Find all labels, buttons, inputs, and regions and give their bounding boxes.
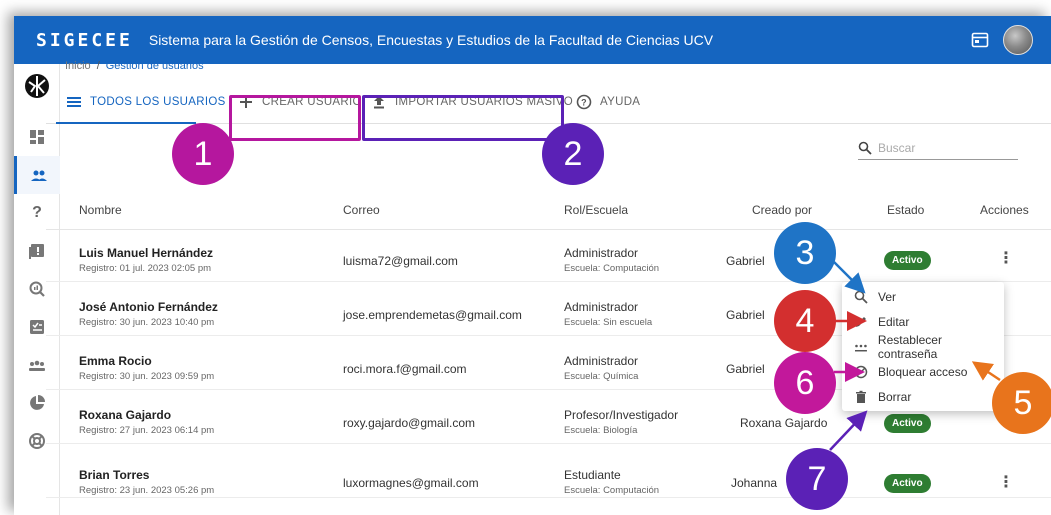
user-name: Roxana Gajardo (79, 408, 172, 422)
user-school: Escuela: Computación (564, 485, 660, 496)
menu-item-delete-label: Borrar (878, 390, 912, 404)
user-created-by: Johanna (731, 476, 778, 490)
callout-2: 2 (542, 123, 604, 185)
menu-item-block-access-label: Bloquear acceso (878, 365, 968, 379)
menu-item-view[interactable]: Ver (842, 285, 1004, 309)
top-bar: SIGECEE Sistema para la Gestión de Censo… (14, 16, 1051, 64)
user-school: Escuela: Computación (564, 263, 660, 274)
groups-icon (29, 360, 45, 371)
header-name[interactable]: Nombre (79, 203, 122, 217)
user-created-by: Gabriel (726, 362, 765, 376)
user-email: roxy.gajardo@gmail.com (343, 416, 476, 430)
user-school: Escuela: Sin escuela (564, 317, 653, 328)
table-row[interactable]: Luis Manuel Hernández Registro: 01 jul. 2… (46, 236, 1051, 282)
user-registered: Registro: 23 jun. 2023 05:26 pm (79, 485, 215, 496)
user-role: Administrador (564, 246, 639, 260)
user-role: Administrador (564, 300, 639, 314)
search-icon (854, 290, 868, 304)
dashboard-icon (30, 130, 44, 144)
data-search-icon (29, 281, 45, 297)
callout-7: 7 (786, 448, 848, 510)
more-vertical-icon[interactable]: ⋮ (998, 472, 1014, 492)
password-dots-icon (854, 344, 867, 352)
user-created-by: Gabriel (726, 254, 765, 268)
tab-all-users[interactable]: TODOS LOS USUARIOS (66, 80, 226, 124)
header-role[interactable]: Rol/Escuela (564, 203, 628, 217)
app-logo[interactable]: SIGECEE (36, 30, 133, 51)
calendar-icon[interactable] (971, 31, 989, 49)
active-tab-indicator (56, 122, 196, 124)
header-status[interactable]: Estado (887, 203, 924, 217)
sidebar-item-users[interactable] (14, 156, 60, 194)
user-avatar[interactable] (1003, 25, 1033, 55)
user-role: Profesor/Investigador (564, 408, 679, 422)
menu-item-delete[interactable]: Borrar (842, 385, 1004, 409)
app-title: Sistema para la Gestión de Censos, Encue… (148, 32, 714, 48)
user-registered: Registro: 01 jul. 2023 02:05 pm (79, 263, 212, 274)
menu-item-reset-password[interactable]: Restablecer contraseña (842, 333, 1004, 361)
callout-1: 1 (172, 123, 234, 185)
callout-3: 3 (774, 222, 836, 284)
user-email: luxormagnes@gmail.com (343, 476, 479, 490)
table-header: Nombre Correo Rol/Escuela Creado por Est… (46, 190, 1051, 230)
callout-5: 5 (992, 372, 1051, 434)
user-school: Escuela: Biología (564, 425, 638, 436)
user-email: luisma72@gmail.com (343, 254, 458, 268)
header-email[interactable]: Correo (343, 203, 380, 217)
breadcrumb-separator: / (96, 60, 100, 72)
breadcrumb-home[interactable]: Inicio (65, 60, 91, 72)
svg-text:?: ? (581, 98, 587, 108)
breadcrumb: Inicio / Gestión de usuarios (65, 60, 204, 72)
search-icon (858, 141, 872, 155)
user-role: Administrador (564, 354, 639, 368)
user-name: Luis Manuel Hernández (79, 246, 214, 260)
callout-4: 4 (774, 290, 836, 352)
menu-item-edit-label: Editar (878, 315, 910, 329)
user-created-by: Gabriel (726, 308, 765, 322)
menu-item-block-access[interactable]: Bloquear acceso (842, 360, 1004, 384)
table-row[interactable]: Brian Torres Registro: 23 jun. 2023 05:26… (46, 452, 1051, 498)
search-input[interactable] (878, 140, 998, 155)
user-email: jose.emprendemetas@gmail.com (343, 308, 522, 322)
search-bar (858, 136, 1018, 160)
tab-help-label: AYUDA (600, 96, 641, 108)
user-created-by: Roxana Gajardo (740, 416, 828, 430)
breadcrumb-current: Gestión de usuarios (105, 60, 204, 72)
user-registered: Registro: 27 jun. 2023 06:14 pm (79, 425, 215, 436)
header-actions: Acciones (980, 203, 1029, 217)
users-icon (30, 170, 47, 181)
pencil-icon (856, 317, 866, 327)
header-created-by[interactable]: Creado por (752, 203, 812, 217)
pie-chart-icon (30, 395, 45, 410)
menu-item-edit[interactable]: Editar (842, 310, 1004, 334)
user-school: Escuela: Química (564, 371, 639, 382)
menu-item-reset-password-label: Restablecer contraseña (877, 333, 942, 361)
row-actions-menu: Ver Editar Restablecer contraseña Bloque… (842, 282, 1004, 411)
status-badge: Activo (884, 414, 931, 433)
callout-6: 6 (774, 352, 836, 414)
menu-item-view-label: Ver (878, 290, 897, 304)
list-icon (67, 97, 81, 107)
report-alert-icon (29, 244, 44, 259)
tab-help[interactable]: ? AYUDA (576, 80, 640, 124)
highlight-create-user (229, 95, 361, 141)
highlight-import-users (362, 95, 564, 141)
trash-icon (856, 390, 866, 403)
checklist-icon (30, 320, 44, 334)
question-icon: ? (32, 204, 42, 221)
status-badge: Activo (884, 474, 931, 493)
user-name: Emma Rocio (79, 354, 152, 368)
lifebuoy-icon (29, 433, 45, 449)
user-email: roci.mora.f@gmail.com (343, 362, 467, 376)
block-icon (854, 365, 868, 379)
tab-all-users-label: TODOS LOS USUARIOS (90, 96, 226, 108)
user-role: Estudiante (564, 468, 621, 482)
user-name: José Antonio Fernández (79, 300, 218, 314)
user-registered: Registro: 30 jun. 2023 10:40 pm (79, 317, 215, 328)
more-vertical-icon[interactable]: ⋮ (998, 248, 1014, 268)
user-registered: Registro: 30 jun. 2023 09:59 pm (79, 371, 215, 382)
user-name: Brian Torres (79, 468, 150, 482)
status-badge: Activo (884, 251, 931, 270)
help-circle-icon: ? (576, 94, 592, 110)
